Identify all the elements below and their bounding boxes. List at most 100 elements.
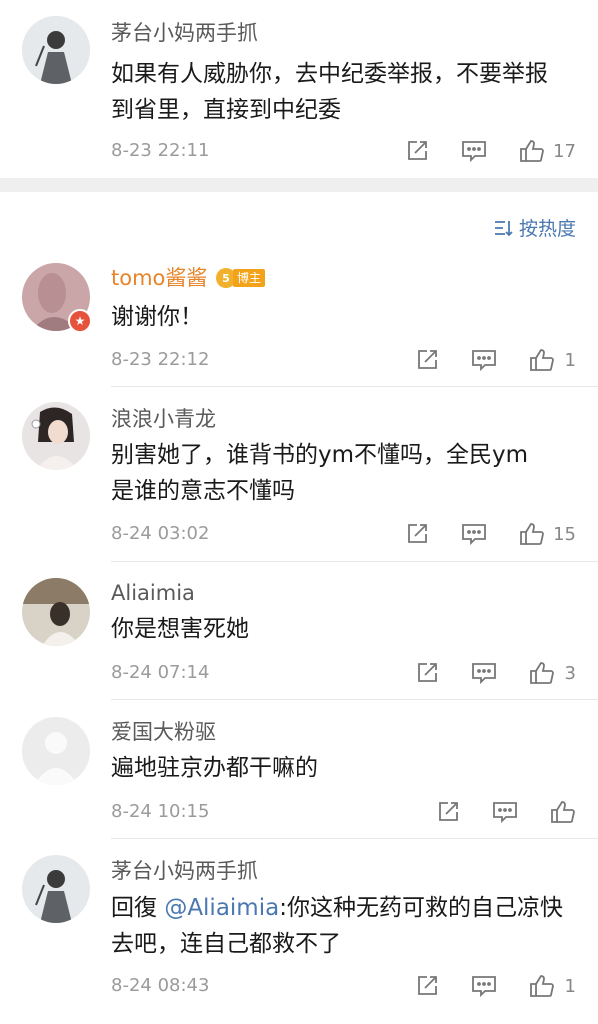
comment-button[interactable] <box>471 348 497 372</box>
avatar[interactable] <box>22 717 90 785</box>
avatar[interactable] <box>22 402 90 470</box>
author-badge: 5 博主 <box>216 268 266 288</box>
like-count: 1 <box>564 349 576 371</box>
comment-text: 遍地驻京办都干嘛的 <box>111 750 581 786</box>
avatar[interactable] <box>22 855 90 923</box>
comment-icon <box>462 524 486 546</box>
like-button[interactable]: 1 <box>529 348 576 372</box>
thumbs-up-icon <box>520 140 544 162</box>
share-icon <box>417 976 437 995</box>
like-button[interactable]: 1 <box>529 974 576 998</box>
thumbs-up-icon <box>529 349 554 371</box>
comment-divider <box>111 561 598 562</box>
comment-actions: 1 <box>415 345 576 375</box>
share-icon <box>417 663 437 682</box>
share-button[interactable] <box>415 974 439 998</box>
comment-button[interactable] <box>492 800 518 824</box>
comment-time: 8-24 03:02 <box>111 523 210 544</box>
avatar[interactable] <box>22 578 90 646</box>
share-icon <box>408 141 427 160</box>
like-button[interactable]: 15 <box>519 522 576 546</box>
thumbs-up-icon <box>551 801 575 823</box>
comment-button[interactable] <box>471 661 497 685</box>
comment-text-line: 去吧，连自己都救不了 <box>111 931 341 957</box>
comment-text-line: 到省里，直接到中纪委 <box>111 97 341 123</box>
comment-time: 8-24 07:14 <box>111 662 210 683</box>
verified-badge: ★ <box>68 309 92 333</box>
share-icon <box>417 350 437 369</box>
comment-item: 茅台小妈两手抓 如果有人威胁你，去中纪委举报，不要举报 到省里，直接到中纪委 8… <box>0 0 598 175</box>
like-button[interactable]: 3 <box>529 661 576 685</box>
comment-text-line: 是谁的意志不懂吗 <box>111 478 295 504</box>
comment-icon <box>471 976 496 998</box>
comment-text: 如果有人威胁你，去中纪委举报，不要举报 到省里，直接到中纪委 <box>111 56 581 128</box>
comment-text-rest: :你这种无药可救的自己凉快 <box>279 895 563 921</box>
comment-text: 谢谢你！ <box>111 299 581 335</box>
share-button[interactable] <box>405 522 429 546</box>
section-divider <box>0 178 598 192</box>
comment-item: ★ tomo酱酱 5 博主 谢谢你！ 8-23 22:12 1 <box>0 255 598 385</box>
comment-username[interactable]: 茅台小妈两手抓 <box>111 858 258 884</box>
comment-actions: 17 <box>405 136 576 166</box>
comment-text: 回復 @Aliaimia:你这种无药可救的自己凉快 去吧，连自己都救不了 <box>111 890 581 962</box>
comment-item: 爱国大粉驱 遍地驻京办都干嘛的 8-24 10:15 <box>0 711 598 837</box>
comment-time: 8-23 22:11 <box>111 140 210 161</box>
comment-actions <box>436 797 576 827</box>
share-button[interactable] <box>436 800 460 824</box>
comment-text: 别害她了，谁背书的ym不懂吗，全民ym 是谁的意志不懂吗 <box>111 437 581 509</box>
thumbs-up-icon <box>529 975 554 997</box>
comment-item: 浪浪小青龙 别害她了，谁背书的ym不懂吗，全民ym 是谁的意志不懂吗 8-24 … <box>0 398 598 560</box>
comment-time: 8-24 08:43 <box>111 975 210 996</box>
comment-divider <box>111 838 598 839</box>
like-count: 15 <box>553 523 576 545</box>
avatar[interactable] <box>22 16 90 84</box>
comment-username[interactable]: 浪浪小青龙 <box>111 406 216 432</box>
comment-button[interactable] <box>461 522 487 546</box>
like-count: 1 <box>564 975 576 997</box>
sort-icon <box>494 220 513 236</box>
comment-username[interactable]: 茅台小妈两手抓 <box>111 20 258 46</box>
comment-icon <box>471 350 496 372</box>
author-tag: 博主 <box>233 269 266 287</box>
like-button[interactable]: 17 <box>519 139 576 163</box>
comment-time: 8-24 10:15 <box>111 801 210 822</box>
comment-button[interactable] <box>461 139 487 163</box>
share-button[interactable] <box>415 661 439 685</box>
share-button[interactable] <box>415 348 439 372</box>
comment-actions: 1 <box>415 971 576 1001</box>
comment-username[interactable]: tomo酱酱 <box>111 265 207 291</box>
comment-text-line: 别害她了，谁背书的ym不懂吗，全民ym <box>111 442 529 468</box>
comment-text-line: 如果有人威胁你，去中纪委举报，不要举报 <box>111 61 548 87</box>
comment-username[interactable]: Aliaimia <box>111 580 195 606</box>
thumbs-up-icon <box>529 662 554 684</box>
comment-text-line: 回復 @Aliaimia:你这种无药可救的自己凉快 <box>111 890 581 926</box>
comment-username[interactable]: 爱国大粉驱 <box>111 719 216 745</box>
comment-item: Aliaimia 你是想害死她 8-24 07:14 3 <box>0 572 598 698</box>
like-count: 17 <box>553 140 576 162</box>
comment-text-line: 遍地驻京办都干嘛的 <box>111 755 318 781</box>
share-button[interactable] <box>405 139 429 163</box>
reply-prefix: 回復 <box>111 895 165 921</box>
comment-item: 茅台小妈两手抓 回復 @Aliaimia:你这种无药可救的自己凉快 去吧，连自己… <box>0 850 598 1024</box>
sort-button[interactable]: 按热度 <box>493 214 576 241</box>
comment-divider <box>111 386 598 387</box>
comment-text-line: 你是想害死她 <box>111 616 249 642</box>
comment-icon <box>493 802 517 824</box>
comment-actions: 3 <box>415 658 576 688</box>
comment-text: 你是想害死她 <box>111 611 581 647</box>
comment-icon <box>462 141 486 163</box>
comment-actions: 15 <box>405 519 576 549</box>
share-icon <box>408 524 427 543</box>
thumbs-up-icon <box>520 523 544 545</box>
like-count: 3 <box>564 662 576 684</box>
comment-button[interactable] <box>471 974 497 998</box>
comments-page: 茅台小妈两手抓 如果有人威胁你，去中纪委举报，不要举报 到省里，直接到中纪委 8… <box>0 0 598 1024</box>
share-icon <box>439 802 458 821</box>
comment-time: 8-23 22:12 <box>111 349 210 370</box>
comment-divider <box>111 699 598 700</box>
comment-text-line: 谢谢你！ <box>111 304 203 330</box>
sort-label: 按热度 <box>518 218 576 240</box>
like-button[interactable] <box>550 800 576 824</box>
mention-link[interactable]: @Aliaimia <box>164 895 279 921</box>
comment-icon <box>471 663 496 685</box>
